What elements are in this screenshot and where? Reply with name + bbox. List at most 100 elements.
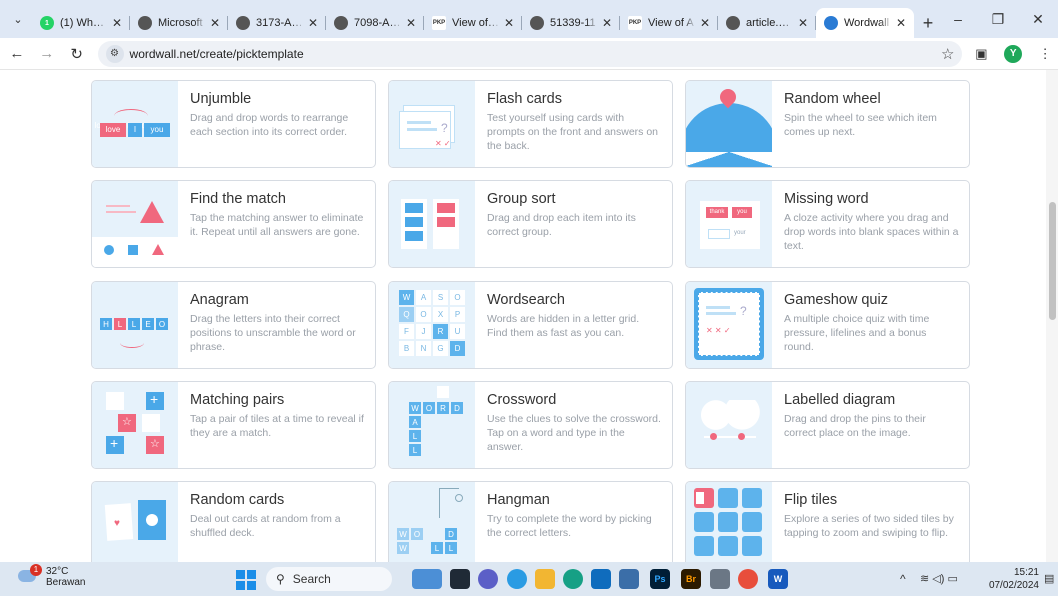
taskbar-app-photoshop-icon[interactable]: Ps	[650, 569, 670, 589]
tab-favicon-icon: PKP	[628, 16, 642, 30]
tab-close-icon[interactable]: ✕	[112, 16, 122, 30]
browser-tab[interactable]: 3173-Article ✕	[228, 8, 326, 38]
browser-tab[interactable]: 1 (1) WhatsApp ✕	[32, 8, 130, 38]
side-panel-icon[interactable]: ▣	[968, 41, 994, 67]
thumb-letter: L	[409, 430, 421, 442]
weather-widget[interactable]: 1 32°C Berawan	[18, 564, 85, 588]
tab-close-icon[interactable]: ✕	[602, 16, 612, 30]
template-title: Gameshow quiz	[784, 292, 888, 308]
template-card-unjumble[interactable]: loveIyouloveIyouUnjumbleDrag and drop wo…	[91, 80, 376, 168]
template-card-anagram[interactable]: H L L E O Anagram Drag the letters into their …	[91, 281, 376, 369]
groupsort-thumbnail-icon	[389, 181, 475, 267]
clock-time: 15:21	[1013, 567, 1039, 578]
template-card-match[interactable]: Find the match Tap the matching answer to…	[91, 180, 376, 268]
template-title: Group sort	[487, 191, 556, 207]
browser-tab[interactable]: 7098-Article ✕	[326, 8, 424, 38]
browser-tab[interactable]: PKP View of In ✕	[424, 8, 522, 38]
site-info-icon[interactable]: ⚙	[105, 44, 124, 63]
browser-tab[interactable]: PKP View of A ✕	[620, 8, 718, 38]
taskbar-app-taskview-icon[interactable]	[450, 569, 470, 589]
template-card-crossword[interactable]: W O R D A L L Crossword Use the clues to solve t…	[388, 381, 673, 469]
address-bar[interactable]: ⚙ wordwall.net/create/picktemplate ☆	[97, 40, 963, 67]
close-window-button[interactable]: ✕	[1018, 0, 1058, 38]
thumb-letter: G	[433, 341, 448, 356]
restore-button[interactable]: ❐	[978, 0, 1018, 38]
bookmark-star-icon[interactable]: ☆	[941, 45, 954, 63]
browser-tab[interactable]: Microsoft ✕	[130, 8, 228, 38]
scrollbar[interactable]	[1046, 70, 1058, 562]
taskbar-app-teams-icon[interactable]	[478, 569, 498, 589]
taskbar-app-chrome-icon[interactable]	[738, 569, 758, 589]
thumb-letter: U	[450, 324, 465, 339]
tab-close-icon[interactable]: ✕	[308, 16, 318, 30]
tab-favicon-icon: 1	[40, 16, 54, 30]
thumb-letter: J	[416, 324, 431, 339]
thumb-letter: O	[416, 307, 431, 322]
template-description: A cloze activity where you drag and drop…	[784, 212, 959, 252]
reload-button[interactable]: ↻	[64, 41, 90, 67]
match-thumbnail-icon	[92, 181, 178, 267]
tab-close-icon[interactable]: ✕	[896, 16, 906, 30]
clock[interactable]: 15:21 07/02/2024	[983, 566, 1039, 592]
taskbar-app-mail-icon[interactable]	[591, 569, 611, 589]
chevron-up-icon[interactable]: ^	[900, 572, 906, 586]
taskbar-app-camera-icon[interactable]	[710, 569, 730, 589]
template-card-wheel[interactable]: Random wheel Spin the wheel to see which …	[685, 80, 970, 168]
tab-close-icon[interactable]: ✕	[406, 16, 416, 30]
taskbar-search[interactable]: ⚲ Search	[266, 567, 392, 591]
template-card-missing[interactable]: thank you your Missing word A cloze activity…	[685, 180, 970, 268]
taskbar-app-edge-icon[interactable]	[507, 569, 527, 589]
browser-tab[interactable]: Wordwall ✕	[816, 8, 914, 38]
template-card-flash[interactable]: ? ✕ ✓ Flash cards Test yourself using cards…	[388, 80, 673, 168]
fliptiles-thumbnail-icon	[686, 482, 772, 562]
template-card-fliptiles[interactable]: Flip tiles Explore a series of two sided …	[685, 481, 970, 562]
template-title: Random wheel	[784, 91, 881, 107]
thumb-letter: H	[100, 318, 112, 330]
template-card-pairs[interactable]: + ☆ + ☆ Matching pairs Tap a pair of tiles at…	[91, 381, 376, 469]
template-card-groupsort[interactable]: Group sort Drag and drop each item into i…	[388, 180, 673, 268]
back-button[interactable]: ←	[4, 41, 30, 67]
taskbar-app-browser-icon[interactable]	[563, 569, 583, 589]
template-title: Hangman	[487, 492, 550, 508]
minimize-button[interactable]: –	[938, 0, 978, 38]
taskbar-app-word-icon[interactable]: W	[768, 569, 788, 589]
tab-close-icon[interactable]: ✕	[798, 16, 808, 30]
template-title: Wordsearch	[487, 292, 565, 308]
notification-icon[interactable]: ▤	[1044, 572, 1054, 585]
profile-button[interactable]: Y	[1000, 41, 1026, 67]
wifi-volume-battery-icons[interactable]: ≋ ◁) ▭	[920, 572, 958, 585]
template-card-diagram[interactable]: Labelled diagram Drag and drop the pins t…	[685, 381, 970, 469]
forward-button[interactable]: →	[34, 41, 60, 67]
template-card-cards[interactable]: ♥ Random cards Deal out cards at random fr…	[91, 481, 376, 562]
taskbar-app-bridge-icon[interactable]: Br	[681, 569, 701, 589]
unjumble-thumbnail-icon: loveIyouloveIyou	[92, 81, 178, 167]
taskbar-app-explorer-icon[interactable]	[535, 569, 555, 589]
thumb-word: you	[144, 123, 170, 137]
template-description: Try to complete the word by picking the …	[487, 513, 652, 539]
tab-favicon-icon	[138, 16, 152, 30]
menu-kebab-icon[interactable]: ⋮	[1032, 41, 1058, 67]
template-card-hangman[interactable]: W O D W L L Hangman Try to complete the word by…	[388, 481, 673, 562]
thumb-word: your	[734, 230, 746, 236]
start-button[interactable]	[236, 570, 256, 590]
tab-label: Wordwall	[844, 17, 890, 29]
tab-close-icon[interactable]: ✕	[210, 16, 220, 30]
template-description: Spin the wheel to see which item comes u…	[784, 112, 937, 138]
template-description: Explore a series of two sided tiles by t…	[784, 513, 954, 539]
thumb-letter: F	[399, 324, 414, 339]
tab-close-icon[interactable]: ✕	[504, 16, 514, 30]
scrollbar-thumb[interactable]	[1049, 202, 1056, 320]
tab-search-chevron-icon[interactable]: ⌄	[6, 7, 30, 31]
taskbar-app-store-icon[interactable]	[619, 569, 639, 589]
browser-tab[interactable]: article.php ✕	[718, 8, 816, 38]
search-placeholder: Search	[292, 572, 331, 586]
taskbar: 1 32°C Berawan ⚲ Search Ps Br W ^ ≋ ◁) ▭…	[0, 562, 1058, 596]
taskbar-app-landscape-icon[interactable]	[412, 569, 442, 589]
template-card-quiz[interactable]: ? ✕ ✕ ✓ Gameshow quiz A multiple choice qui…	[685, 281, 970, 369]
browser-tab[interactable]: 51339-11 ✕	[522, 8, 620, 38]
quiz-thumbnail-icon: ? ✕ ✕ ✓	[686, 282, 772, 368]
tab-close-icon[interactable]: ✕	[700, 16, 710, 30]
weather-badge: 1	[30, 564, 42, 576]
template-card-wordsearch[interactable]: W A S O Q O X P F J R U B N G D Wordsearch Words are hidd…	[388, 281, 673, 369]
tab-favicon-icon	[824, 16, 838, 30]
